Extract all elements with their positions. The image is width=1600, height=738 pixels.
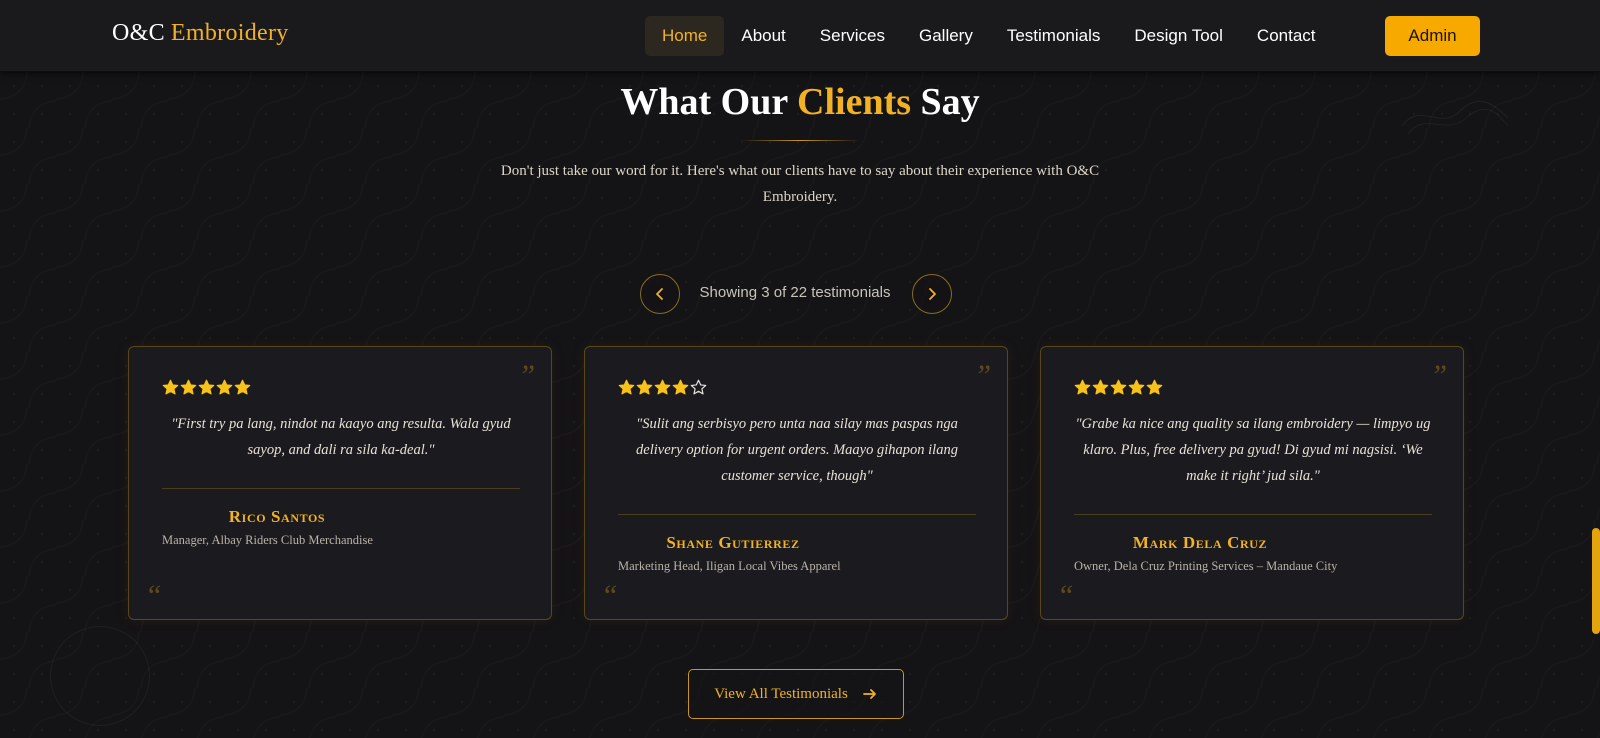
- nav-item-design-tool[interactable]: Design Tool: [1117, 16, 1240, 56]
- rating-stars: [1074, 379, 1163, 396]
- title-pre: What Our: [620, 81, 788, 123]
- testimonial-quote: "First try pa lang, nindot na kaayo ang …: [171, 416, 511, 458]
- title-accent: Clients: [797, 81, 912, 123]
- brand-name: O&C: [112, 20, 165, 46]
- star-filled-icon: [180, 379, 197, 395]
- quote-open-icon: “: [145, 579, 162, 612]
- nav-item-services[interactable]: Services: [803, 16, 902, 56]
- title-divider: [740, 140, 860, 141]
- star-filled-icon: [618, 379, 635, 395]
- star-filled-icon: [1146, 379, 1163, 395]
- view-all-label: View All Testimonials: [714, 685, 848, 702]
- brand-accent: Embroidery: [170, 20, 289, 46]
- nav-item-about[interactable]: About: [724, 16, 802, 56]
- pager-status: Showing 3 of 22 testimonials: [699, 284, 891, 301]
- testimonial-quote: "Sulit ang serbisyo pero unta naa silay …: [636, 416, 958, 484]
- section-subtitle: Don't just take our word for it. Here's …: [500, 163, 1100, 205]
- nav-item-contact[interactable]: Contact: [1240, 16, 1333, 56]
- star-filled-icon: [216, 379, 233, 395]
- quote-open-icon: “: [601, 579, 618, 612]
- nav-item-testimonials[interactable]: Testimonials: [990, 16, 1118, 56]
- client-role: Marketing Head, Iligan Local Vibes Appar…: [618, 559, 841, 573]
- card-divider: [618, 514, 976, 515]
- top-navbar: O&C Embroidery Home About Services Galler…: [0, 0, 1600, 72]
- testimonial-card: ” "Sulit ang serbisyo pero unta naa sila…: [584, 346, 1008, 620]
- star-filled-icon: [162, 379, 179, 395]
- quote-close-icon: ”: [1430, 359, 1447, 392]
- star-filled-icon: [234, 379, 251, 395]
- rating-stars: [162, 379, 251, 396]
- client-name: Mark Dela Cruz: [1132, 533, 1268, 552]
- brand-logo[interactable]: O&C Embroidery: [112, 20, 289, 47]
- title-post: Say: [920, 81, 980, 123]
- star-filled-icon: [1092, 379, 1109, 395]
- client-role: Manager, Albay Riders Club Merchandise: [162, 533, 373, 547]
- star-filled-icon: [636, 379, 653, 395]
- client-name: Rico Santos: [228, 507, 326, 526]
- nav-item-gallery[interactable]: Gallery: [902, 16, 990, 56]
- testimonial-card: ” "Grabe ka nice ang quality sa ilang em…: [1040, 346, 1464, 620]
- client-name: Shane Gutierrez: [666, 533, 800, 552]
- star-filled-icon: [654, 379, 671, 395]
- star-filled-icon: [1110, 379, 1127, 395]
- star-empty-icon: [690, 379, 707, 395]
- nav-links: Home About Services Gallery Testimonials…: [645, 16, 1333, 56]
- star-filled-icon: [1074, 379, 1091, 395]
- rating-stars: [618, 379, 707, 396]
- star-filled-icon: [1128, 379, 1145, 395]
- quote-open-icon: “: [1057, 579, 1074, 612]
- nav-item-home[interactable]: Home: [645, 16, 725, 56]
- admin-button[interactable]: Admin: [1385, 16, 1480, 56]
- star-filled-icon: [198, 379, 215, 395]
- testimonial-quote: "Grabe ka nice ang quality sa ilang embr…: [1075, 416, 1431, 484]
- client-role: Owner, Dela Cruz Printing Services – Man…: [1074, 559, 1338, 573]
- scrollbar-thumb[interactable]: [1592, 528, 1600, 634]
- quote-close-icon: ”: [518, 359, 535, 392]
- card-divider: [1074, 514, 1432, 515]
- chevron-right-icon: [929, 288, 936, 300]
- prev-testimonials-button[interactable]: [640, 274, 680, 314]
- chevron-left-icon: [656, 288, 663, 300]
- testimonial-card: ” "First try pa lang, nindot na kaayo an…: [128, 346, 552, 620]
- card-divider: [162, 488, 520, 489]
- quote-close-icon: ”: [974, 359, 991, 392]
- page-scrollbar[interactable]: [1592, 72, 1600, 738]
- arrow-right-icon: [862, 689, 876, 699]
- view-all-testimonials-button[interactable]: View All Testimonials: [688, 669, 904, 719]
- next-testimonials-button[interactable]: [912, 274, 952, 314]
- star-filled-icon: [672, 379, 689, 395]
- section-title: What Our Clients Say: [0, 80, 1600, 124]
- testimonials-section: What Our Clients Say Don't just take our…: [0, 0, 1600, 738]
